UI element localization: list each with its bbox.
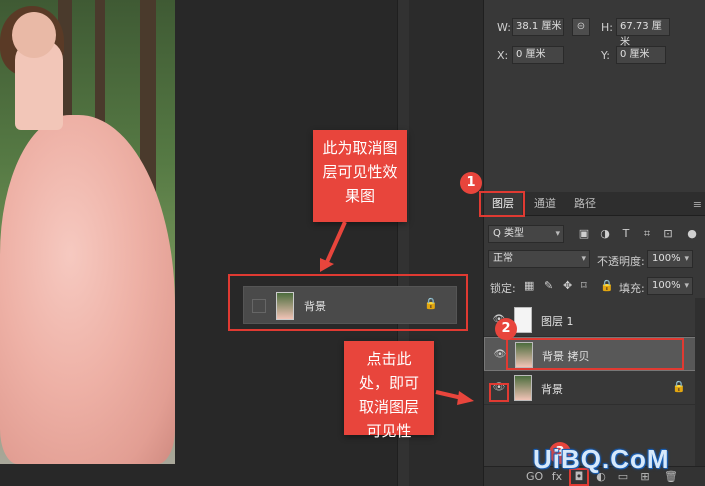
tab-channels[interactable]: 通道: [526, 192, 564, 216]
opacity-field[interactable]: 100% ▾: [647, 250, 693, 268]
callout-click-note: 点击此处，即可取消图层可见性: [344, 341, 434, 440]
lock-artboard-icon[interactable]: ⌑: [581, 279, 587, 292]
lock-label: 锁定:: [490, 282, 516, 295]
lock-image-icon[interactable]: ✎: [544, 279, 553, 292]
height-field[interactable]: 67.73 厘米: [616, 18, 670, 48]
watermark-logo: UiBQ.CoM: [533, 444, 670, 474]
step-badge-2: 2: [495, 318, 517, 340]
w-label: W:: [497, 21, 511, 34]
smart-object-filter-icon[interactable]: ⊡: [661, 227, 675, 241]
filter-toggle-icon[interactable]: ●: [685, 227, 699, 241]
adjustment-filter-icon[interactable]: ◑: [598, 227, 612, 241]
arrow-right-head: [457, 391, 474, 405]
image-filter-icon[interactable]: ▣: [577, 227, 591, 241]
callout-effect-note: 此为取消图层可见性效果图: [313, 130, 407, 222]
type-filter-icon[interactable]: T: [619, 227, 633, 241]
chevron-down-icon: ▾: [581, 254, 586, 264]
lock-icon: 🔒: [672, 380, 686, 393]
y-label: Y:: [601, 49, 610, 62]
layer-name: 图层 1: [541, 315, 574, 328]
right-panel: W: 38.1 厘米 ⊝ H: 67.73 厘米 X: 0 厘米 Y: 0 厘米…: [483, 0, 705, 486]
arrow-right: [435, 390, 463, 400]
face: [12, 12, 56, 58]
chevron-down-icon: ▾: [555, 229, 560, 239]
blend-mode-value: 正常: [493, 253, 513, 264]
fill-label: 填充:: [619, 282, 645, 295]
h-label: H:: [601, 21, 613, 34]
layers-scrollbar[interactable]: [695, 298, 705, 468]
link-icon[interactable]: ⊝: [572, 18, 590, 36]
opacity-value: 100%: [652, 253, 681, 264]
layer-highlight-frame: [506, 338, 684, 370]
eye-highlight-frame: [489, 383, 509, 402]
lock-all-icon[interactable]: 🔒: [600, 279, 614, 292]
panel-menu-icon[interactable]: ≡: [693, 198, 702, 211]
step-badge-1: 1: [460, 172, 482, 194]
tab-highlight-frame: [479, 191, 525, 217]
opacity-label: 不透明度:: [597, 255, 645, 268]
width-field[interactable]: 38.1 厘米: [512, 18, 564, 36]
canvas-photo: [0, 0, 175, 464]
x-label: X:: [497, 49, 509, 62]
fill-value: 100%: [652, 280, 681, 291]
chevron-down-icon: ▾: [684, 254, 689, 264]
layer-filter-kind[interactable]: Q 类型 ▾: [488, 225, 564, 243]
layer-name: 背景: [541, 383, 563, 396]
lock-position-icon[interactable]: ✥: [563, 279, 572, 292]
fill-field[interactable]: 100% ▾: [647, 277, 693, 295]
layer-thumbnail: [514, 375, 532, 401]
shape-filter-icon[interactable]: ⌗: [640, 227, 654, 241]
eye-icon[interactable]: 👁: [493, 349, 507, 361]
filter-kind-label: Q 类型: [493, 228, 525, 239]
x-field[interactable]: 0 厘米: [512, 46, 564, 64]
lock-transparent-icon[interactable]: ▦: [524, 279, 534, 292]
tab-paths[interactable]: 路径: [566, 192, 604, 216]
y-field[interactable]: 0 厘米: [616, 46, 666, 64]
chevron-down-icon: ▾: [684, 281, 689, 291]
layer-row-background[interactable]: 👁 背景 🔒: [484, 371, 696, 405]
preview-highlight-frame: [228, 274, 468, 331]
properties-panel: W: 38.1 厘米 ⊝ H: 67.73 厘米 X: 0 厘米 Y: 0 厘米: [484, 0, 705, 190]
blend-mode-select[interactable]: 正常 ▾: [488, 250, 590, 268]
document-canvas[interactable]: [0, 0, 397, 486]
